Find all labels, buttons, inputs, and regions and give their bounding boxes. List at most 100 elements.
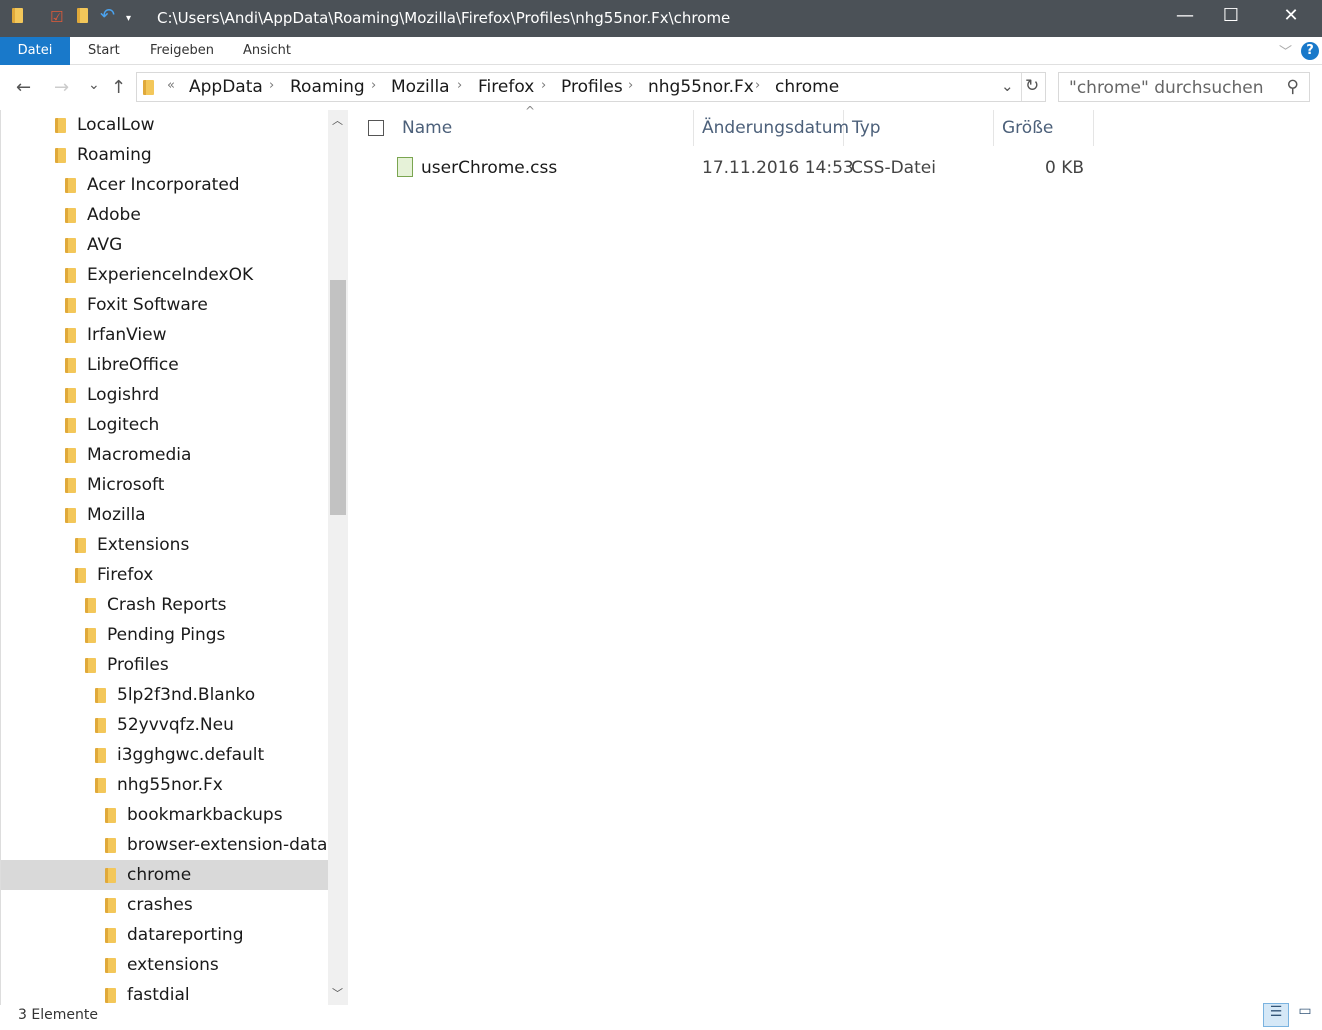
tab-freigeben[interactable]: Freigeben	[136, 37, 228, 65]
tree-item-label: Roaming	[77, 145, 152, 165]
tree-item[interactable]: Macromedia	[1, 440, 328, 470]
tab-ansicht[interactable]: Ansicht	[229, 37, 305, 65]
tree-item[interactable]: i3gghgwc.default	[1, 740, 328, 770]
help-icon[interactable]: ?	[1301, 42, 1319, 60]
folder-icon	[85, 628, 96, 643]
tree-item[interactable]: Acer Incorporated	[1, 170, 328, 200]
column-header-name[interactable]: Name	[394, 110, 694, 146]
up-button[interactable]: ↑	[111, 77, 126, 98]
close-button[interactable]: ✕	[1268, 5, 1314, 26]
properties-icon[interactable]: ☑	[50, 8, 63, 26]
tree-item[interactable]: Adobe	[1, 200, 328, 230]
folder-icon	[65, 358, 76, 373]
tree-item-label: extensions	[127, 955, 219, 975]
tree-item-label: LocalLow	[77, 115, 155, 135]
column-header-size[interactable]: Größe	[994, 110, 1094, 146]
tree-item-label: Mozilla	[87, 505, 146, 525]
tree-item[interactable]: 52yvvqfz.Neu	[1, 710, 328, 740]
back-button[interactable]: ←	[16, 77, 31, 98]
tree-item-label: Extensions	[97, 535, 190, 555]
tree-item-label: AVG	[87, 235, 123, 255]
tree-item[interactable]: Foxit Software	[1, 290, 328, 320]
search-icon[interactable]: ⚲	[1287, 77, 1299, 97]
chevron-right-icon[interactable]: ›	[755, 78, 760, 93]
file-name[interactable]: userChrome.css	[421, 156, 557, 180]
customize-quick-access-icon[interactable]: ▾	[126, 13, 131, 24]
scroll-down-icon[interactable]: ﹀	[332, 985, 343, 1001]
tree-item[interactable]: nhg55nor.Fx	[1, 770, 328, 800]
new-folder-icon[interactable]	[77, 8, 88, 23]
tree-item[interactable]: ExperienceIndexOK	[1, 260, 328, 290]
refresh-button[interactable]: ↻	[1025, 76, 1039, 96]
tab-datei[interactable]: Datei	[0, 37, 70, 65]
tree-item[interactable]: crashes	[1, 890, 328, 920]
overflow-icon[interactable]: «	[167, 78, 175, 93]
tree-item[interactable]: 5lp2f3nd.Blanko	[1, 680, 328, 710]
chevron-right-icon[interactable]: ›	[457, 78, 462, 93]
folder-icon	[95, 748, 106, 763]
tree-item[interactable]: datareporting	[1, 920, 328, 950]
tree-item-label: Firefox	[97, 565, 154, 585]
address-bar[interactable]: « AppData › Roaming › Mozilla › Firefox …	[136, 72, 1046, 102]
tree-item[interactable]: Roaming	[1, 140, 328, 170]
tree-item[interactable]: fastdial	[1, 980, 328, 1005]
tree-item-label: Foxit Software	[87, 295, 208, 315]
folder-icon	[55, 118, 66, 133]
tree-item-label: datareporting	[127, 925, 244, 945]
tree-item-label: Crash Reports	[107, 595, 227, 615]
breadcrumb-profiles[interactable]: Profiles	[561, 77, 623, 97]
recent-locations-button[interactable]: ⌄	[88, 77, 100, 93]
breadcrumb-profile[interactable]: nhg55nor.Fx	[648, 77, 754, 97]
ribbon: Datei Start Freigeben Ansicht ﹀ ?	[0, 37, 1322, 65]
folder-icon	[143, 80, 154, 95]
tree-item[interactable]: Profiles	[1, 650, 328, 680]
chevron-right-icon[interactable]: ›	[371, 78, 376, 93]
breadcrumb-roaming[interactable]: Roaming	[290, 77, 365, 97]
details-view-button[interactable]: ☰	[1263, 1003, 1289, 1027]
chevron-right-icon[interactable]: ›	[628, 78, 633, 93]
tree-item[interactable]: Microsoft	[1, 470, 328, 500]
tree-item-label: 52yvvqfz.Neu	[117, 715, 234, 735]
undo-icon[interactable]: ↶	[100, 5, 115, 26]
maximize-button[interactable]: ☐	[1208, 5, 1254, 26]
select-all-checkbox[interactable]	[368, 120, 384, 136]
search-input[interactable]: "chrome" durchsuchen ⚲	[1058, 72, 1310, 102]
tab-start[interactable]: Start	[74, 37, 134, 65]
scroll-up-icon[interactable]: ︿	[332, 112, 343, 128]
tree-item[interactable]: Crash Reports	[1, 590, 328, 620]
css-file-icon	[397, 157, 413, 177]
column-header-date[interactable]: Änderungsdatum	[694, 110, 849, 146]
tree-item[interactable]: Pending Pings	[1, 620, 328, 650]
breadcrumb-mozilla[interactable]: Mozilla	[391, 77, 450, 97]
tree-scrollbar[interactable]: ︿ ﹀	[328, 110, 348, 1005]
file-size: 0 KB	[1044, 158, 1084, 178]
tree-item[interactable]: browser-extension-data	[1, 830, 328, 860]
expand-ribbon-icon[interactable]: ﹀	[1279, 41, 1292, 60]
tree-item[interactable]: LibreOffice	[1, 350, 328, 380]
scrollbar-thumb[interactable]	[330, 280, 346, 515]
breadcrumb-firefox[interactable]: Firefox	[478, 77, 534, 97]
forward-button[interactable]: →	[54, 77, 69, 98]
chevron-right-icon[interactable]: ›	[541, 78, 546, 93]
chevron-right-icon[interactable]: ›	[269, 78, 274, 93]
breadcrumb-appdata[interactable]: AppData	[189, 77, 263, 97]
address-dropdown-button[interactable]: ⌄	[1001, 77, 1014, 95]
minimize-button[interactable]: —	[1162, 5, 1208, 26]
tree-item[interactable]: Firefox	[1, 560, 328, 590]
tree-item[interactable]: Logitech	[1, 410, 328, 440]
breadcrumb-chrome[interactable]: chrome	[775, 77, 839, 97]
tree-item[interactable]: Logishrd	[1, 380, 328, 410]
column-header-type[interactable]: Typ	[844, 110, 994, 146]
tree-item[interactable]: LocalLow	[1, 110, 328, 140]
tree-item-label: Microsoft	[87, 475, 165, 495]
tree-item[interactable]: IrfanView	[1, 320, 328, 350]
large-icons-view-button[interactable]: ▭	[1293, 1003, 1317, 1027]
tree-item-label: LibreOffice	[87, 355, 179, 375]
tree-item[interactable]: Mozilla	[1, 500, 328, 530]
tree-item[interactable]: AVG	[1, 230, 328, 260]
tree-item[interactable]: bookmarkbackups	[1, 800, 328, 830]
folder-icon	[85, 658, 96, 673]
tree-item[interactable]: chrome	[1, 860, 328, 890]
tree-item[interactable]: Extensions	[1, 530, 328, 560]
tree-item[interactable]: extensions	[1, 950, 328, 980]
